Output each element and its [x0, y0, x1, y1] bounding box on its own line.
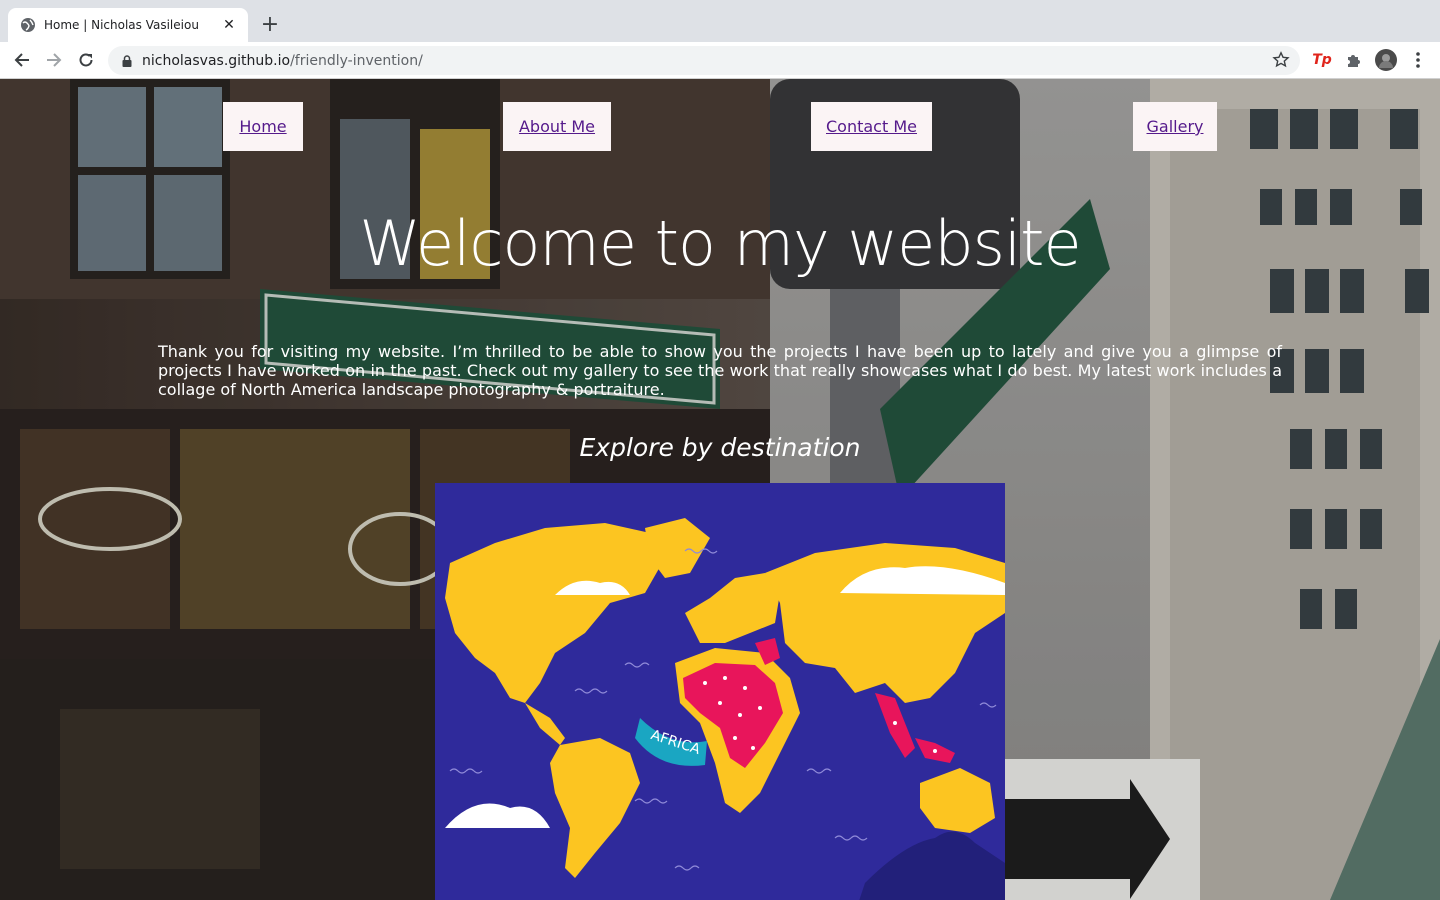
- browser-toolbar: nicholasvas.github.io/friendly-invention…: [0, 42, 1440, 79]
- kebab-menu-icon[interactable]: [1406, 48, 1430, 72]
- intro-paragraph: Thank you for visiting my website. I’m t…: [158, 342, 1282, 399]
- puzzle-icon[interactable]: [1342, 48, 1366, 72]
- url-path: /friendly-invention/: [290, 52, 423, 69]
- forward-arrow-icon[interactable]: [42, 48, 66, 72]
- nav-link-contact[interactable]: Contact Me: [811, 102, 932, 151]
- star-icon[interactable]: [1272, 51, 1290, 69]
- world-map-image[interactable]: AFRICA: [435, 483, 1005, 900]
- url-host: nicholasvas.github.io: [142, 52, 291, 69]
- avatar[interactable]: [1374, 48, 1398, 72]
- address-bar[interactable]: nicholasvas.github.io/friendly-invention…: [108, 46, 1300, 75]
- close-icon[interactable]: ✕: [220, 16, 238, 34]
- back-arrow-icon[interactable]: [10, 48, 34, 72]
- nav-link-gallery[interactable]: Gallery: [1133, 102, 1217, 151]
- page-viewport: Home About Me Contact Me Gallery Welcome…: [0, 79, 1440, 900]
- tab-title: Home | Nicholas Vasileiou: [44, 18, 199, 32]
- lock-icon: [122, 54, 132, 67]
- explore-heading: Explore by destination: [579, 433, 861, 462]
- nav-link-about[interactable]: About Me: [503, 102, 611, 151]
- page-title: Welcome to my website: [359, 207, 1081, 280]
- extension-icon[interactable]: Tp: [1310, 48, 1334, 72]
- active-tab[interactable]: Home | Nicholas Vasileiou ✕: [8, 8, 248, 42]
- reload-icon[interactable]: [74, 48, 98, 72]
- nav-link-home[interactable]: Home: [223, 102, 303, 151]
- plus-icon[interactable]: +: [258, 13, 282, 37]
- globe-icon: [21, 18, 35, 32]
- tab-strip: Home | Nicholas Vasileiou ✕ +: [0, 0, 1440, 42]
- url-text: nicholasvas.github.io/friendly-invention…: [142, 53, 423, 69]
